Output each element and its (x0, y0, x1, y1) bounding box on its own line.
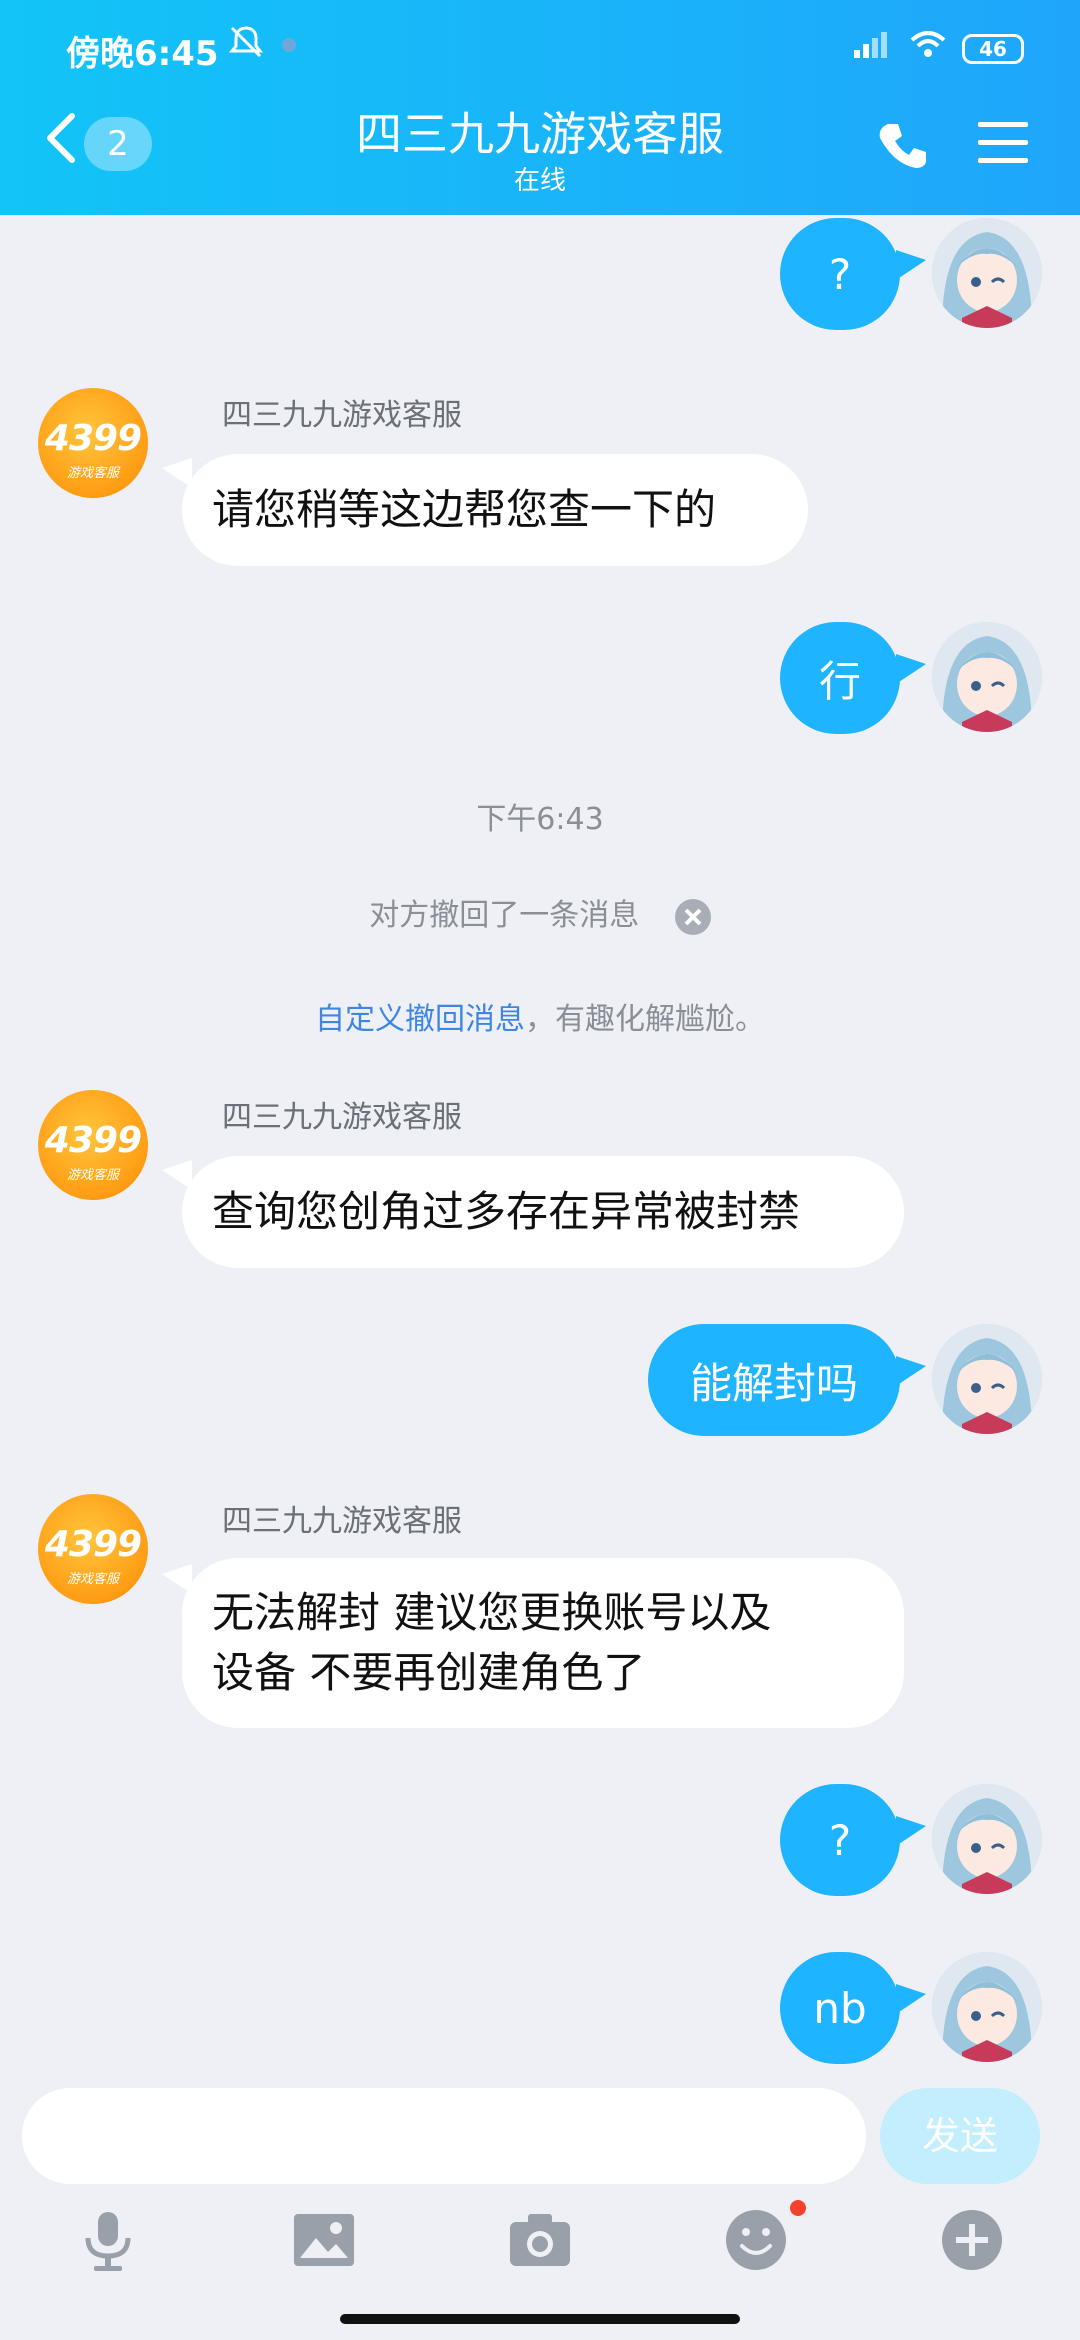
custom-revoke-tip: 自定义撤回消息，有趣化解尴尬。 (0, 994, 1080, 1038)
sender-name: 四三九九游戏客服 (222, 1100, 462, 1135)
bubble-tail (896, 654, 926, 684)
sender-name: 四三九九游戏客服 (222, 1504, 462, 1539)
cs-logo-brand: 4399 (44, 1120, 142, 1161)
bubble-tail (896, 1356, 926, 1386)
user-avatar[interactable] (932, 1952, 1042, 2062)
cs-logo-brand: 4399 (44, 418, 142, 459)
user-avatar[interactable] (932, 1784, 1042, 1894)
phone-call-icon[interactable] (876, 118, 932, 174)
incoming-message-bubble[interactable]: 查询您创角过多存在异常被封禁 (182, 1156, 904, 1268)
bubble-tail (896, 250, 926, 280)
anime-avatar-icon (932, 1784, 1042, 1894)
home-indicator[interactable] (340, 2314, 740, 2324)
message-text: 能解封吗 (689, 1358, 858, 1408)
cs-logo-sub: 游戏客服 (66, 1572, 119, 1587)
emoji-notification-dot (790, 2200, 806, 2216)
dismiss-icon[interactable] (674, 898, 711, 935)
outgoing-message-bubble[interactable]: ? (780, 218, 900, 330)
cs-logo-sub: 游戏客服 (66, 1168, 119, 1183)
message-text-line: 无法解封 建议您更换账号以及 (212, 1588, 772, 1637)
anime-avatar-icon (932, 1324, 1042, 1434)
menu-icon[interactable] (978, 120, 1028, 166)
anime-avatar-icon (932, 218, 1042, 328)
revoke-text: 对方撤回了一条消息 (369, 898, 640, 933)
cs-avatar[interactable]: 4399 游戏客服 (38, 1494, 148, 1604)
message-text-line: 设备 不要再创建角色了 (212, 1648, 646, 1697)
message-text: 请您稍等这边帮您查一下的 (212, 485, 717, 534)
timestamp: 下午6:43 (476, 802, 604, 837)
incoming-message-bubble[interactable]: 无法解封 建议您更换账号以及 设备 不要再创建角色了 (182, 1558, 904, 1728)
message-text: ? (828, 1815, 852, 1865)
status-time: 傍晚6:45 (66, 34, 219, 74)
custom-revoke-link[interactable]: 自定义撤回消息 (315, 1002, 525, 1037)
send-button[interactable]: 发送 (880, 2088, 1040, 2184)
emoji-icon[interactable] (724, 2208, 788, 2272)
cs-avatar[interactable]: 4399 游戏客服 (38, 388, 148, 498)
user-avatar[interactable] (932, 218, 1042, 328)
revoke-notice: 对方撤回了一条消息 (0, 890, 1080, 935)
anime-avatar-icon (932, 1952, 1042, 2062)
camera-icon[interactable] (508, 2208, 572, 2272)
cs-avatar[interactable]: 4399 游戏客服 (38, 1090, 148, 1200)
microphone-icon[interactable] (76, 2208, 140, 2272)
outgoing-message-bubble[interactable]: nb (780, 1952, 900, 2064)
message-text: 行 (818, 656, 861, 706)
message-text: 查询您创角过多存在异常被封禁 (212, 1187, 801, 1236)
user-avatar[interactable] (932, 622, 1042, 732)
chat-header: 傍晚6:45 46 2 四三九九游戏客服 在线 (0, 0, 1080, 215)
sender-name: 四三九九游戏客服 (222, 398, 462, 433)
bubble-tail (896, 1984, 926, 2014)
add-icon[interactable] (940, 2208, 1004, 2272)
outgoing-message-bubble[interactable]: 能解封吗 (648, 1324, 900, 1436)
outgoing-message-bubble[interactable]: 行 (780, 622, 900, 734)
bubble-tail (896, 1816, 926, 1846)
cs-logo-brand: 4399 (44, 1524, 142, 1565)
signal-icon (854, 32, 887, 58)
incoming-message-bubble[interactable]: 请您稍等这边帮您查一下的 (182, 454, 808, 566)
custom-revoke-suffix: ，有趣化解尴尬。 (525, 1002, 765, 1037)
wifi-icon (910, 31, 946, 57)
message-text: nb (813, 1983, 867, 2033)
outgoing-message-bubble[interactable]: ? (780, 1784, 900, 1896)
user-avatar[interactable] (932, 1324, 1042, 1434)
message-input[interactable] (22, 2088, 866, 2184)
image-icon[interactable] (292, 2208, 356, 2272)
mute-bell-icon (228, 26, 264, 58)
notification-small-icon (282, 38, 296, 52)
message-text: ? (828, 249, 852, 299)
battery-indicator: 46 (962, 34, 1024, 64)
anime-avatar-icon (932, 622, 1042, 732)
cs-logo-sub: 游戏客服 (66, 466, 119, 481)
